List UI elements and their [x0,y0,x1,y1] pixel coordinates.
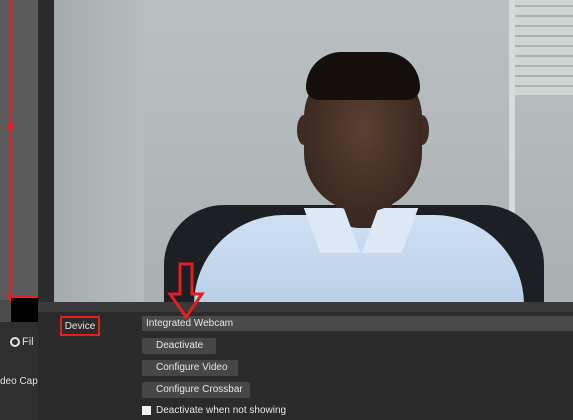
deactivate-when-not-showing-option[interactable]: Deactivate when not showing [142,405,286,416]
filters-button-label: Fil [22,336,34,348]
scene-preview-panel [0,0,38,322]
filter-icon [10,337,20,347]
device-label: Device [60,316,100,336]
annotation-arrow-icon [167,262,205,320]
device-select[interactable]: Integrated Webcam [142,316,573,331]
source-bounding-box[interactable] [11,298,38,322]
transform-handle[interactable] [7,123,14,130]
webcam-preview [54,0,573,302]
panel-divider [38,0,54,302]
deactivate-button[interactable]: Deactivate [142,338,216,354]
transform-guide-vertical [10,0,12,298]
configure-video-button[interactable]: Configure Video [142,360,238,376]
deactivate-when-not-showing-label: Deactivate when not showing [156,405,287,416]
deactivate-when-not-showing-checkbox[interactable] [142,406,151,415]
source-list-item[interactable]: deo Captu [0,376,38,387]
filters-button[interactable]: Fil [10,336,34,348]
canvas-preview [0,0,38,300]
configure-crossbar-button[interactable]: Configure Crossbar [142,382,250,398]
